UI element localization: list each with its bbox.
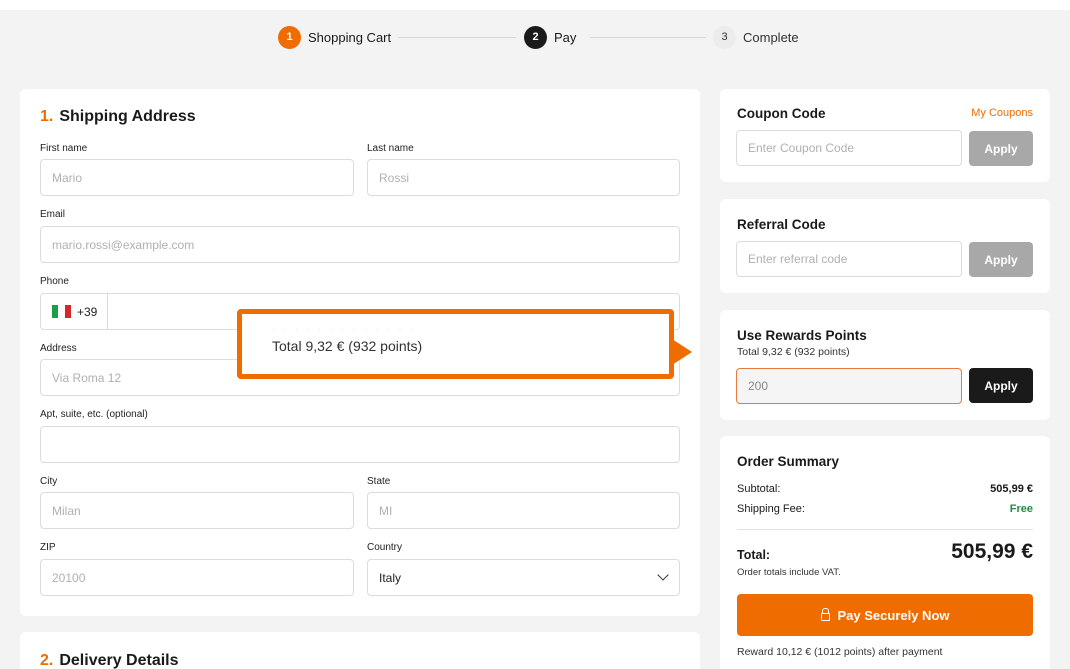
rewards-balance: Total 9,32 € (932 points)	[737, 346, 850, 358]
apt-label: Apt, suite, etc. (optional)	[40, 409, 148, 420]
state-field[interactable]: MI	[367, 492, 680, 529]
summary-divider	[737, 529, 1033, 530]
referral-input[interactable]: Enter referral code	[736, 241, 962, 277]
subtotal-label: Subtotal:	[737, 483, 781, 495]
subtotal-value: 505,99 €	[990, 483, 1033, 495]
coupon-apply-button[interactable]: Apply	[969, 131, 1033, 166]
shipping-fee-label: Shipping Fee:	[737, 503, 805, 515]
last-name-label: Last name	[367, 143, 414, 154]
country-select[interactable]: Italy	[367, 559, 680, 596]
coupon-title: Coupon Code	[737, 106, 826, 121]
coupon-input[interactable]: Enter Coupon Code	[736, 130, 962, 166]
subtotal-row: Subtotal: 505,99 €	[737, 483, 1033, 495]
section-title-text: Shipping Address	[59, 108, 196, 125]
order-summary-title: Order Summary	[737, 454, 840, 469]
step-number: 2	[524, 25, 547, 49]
step-label: Pay	[554, 29, 577, 45]
zip-label: ZIP	[40, 542, 56, 553]
first-name-field[interactable]: Mario	[40, 159, 354, 196]
order-summary-card: Order Summary Subtotal: 505,99 € Shippin…	[720, 436, 1050, 669]
city-field[interactable]: Milan	[40, 492, 354, 529]
referral-card: Referral Code Enter referral code Apply	[720, 199, 1050, 293]
top-strip	[0, 0, 1070, 10]
zip-field[interactable]: 20100	[40, 559, 354, 596]
delivery-details-card: 2. Delivery Details	[20, 632, 700, 669]
coupon-card: Coupon Code My Coupons Enter Coupon Code…	[720, 89, 1050, 182]
rewards-callout: · · · · · · · · · · · · · Total 9,32 € (…	[237, 309, 674, 379]
section-title: 1. Shipping Address	[40, 108, 196, 126]
total-value: 505,99 €	[951, 540, 1033, 563]
rewards-apply-button[interactable]: Apply	[969, 368, 1033, 403]
section-index: 2.	[40, 652, 54, 669]
referral-title: Referral Code	[737, 217, 826, 232]
country-value: Italy	[379, 570, 402, 585]
total-label: Total:	[737, 548, 771, 562]
step-shopping-cart[interactable]: 1 Shopping Cart	[278, 25, 391, 49]
step-label: Shopping Cart	[308, 29, 392, 45]
section-title: 2. Delivery Details	[40, 652, 179, 669]
state-label: State	[367, 476, 391, 487]
step-complete[interactable]: 3 Complete	[713, 25, 799, 49]
lock-icon	[820, 608, 830, 621]
callout-faded-text: · · · · · · · · · · · · ·	[272, 324, 416, 334]
my-coupons-link[interactable]: My Coupons	[971, 107, 1033, 119]
chevron-down-icon	[657, 569, 669, 581]
callout-arrow-icon	[672, 339, 692, 365]
city-label: City	[40, 476, 58, 487]
step-number: 3	[713, 25, 736, 49]
shipping-fee-value: Free	[1009, 503, 1033, 515]
phone-label: Phone	[40, 276, 69, 287]
first-name-label: First name	[40, 143, 88, 154]
section-index: 1.	[40, 108, 54, 125]
email-label: Email	[40, 209, 66, 220]
email-field[interactable]: mario.rossi@example.com	[40, 226, 680, 263]
rewards-card: Use Rewards Points Total 9,32 € (932 poi…	[720, 310, 1050, 420]
step-connector	[398, 37, 516, 38]
checkout-stepper: 1 Shopping Cart 2 Pay 3 Complete	[0, 25, 1070, 49]
last-name-field[interactable]: Rossi	[367, 159, 680, 196]
phone-prefix-code: +39	[77, 304, 98, 319]
step-label: Complete	[743, 29, 799, 45]
step-pay[interactable]: 2 Pay	[524, 25, 576, 49]
address-label: Address	[40, 343, 77, 354]
pay-button-label: Pay Securely Now	[837, 607, 950, 623]
shipping-fee-row: Shipping Fee: Free	[737, 503, 1033, 515]
rewards-title: Use Rewards Points	[737, 328, 867, 343]
phone-country-selector[interactable]: +39	[41, 294, 108, 329]
step-number: 1	[278, 25, 301, 49]
italy-flag-icon	[52, 305, 71, 318]
callout-text: Total 9,32 € (932 points)	[272, 338, 423, 354]
rewards-points-input[interactable]: 200	[736, 368, 962, 404]
pay-securely-button[interactable]: Pay Securely Now	[737, 594, 1033, 636]
section-title-text: Delivery Details	[59, 652, 179, 669]
reward-note: Reward 10,12 € (1012 points) after payme…	[737, 646, 943, 658]
apt-field[interactable]	[40, 426, 680, 463]
step-connector	[590, 37, 706, 38]
country-label: Country	[367, 542, 403, 553]
vat-note: Order totals include VAT.	[737, 567, 841, 578]
referral-apply-button[interactable]: Apply	[969, 242, 1033, 277]
